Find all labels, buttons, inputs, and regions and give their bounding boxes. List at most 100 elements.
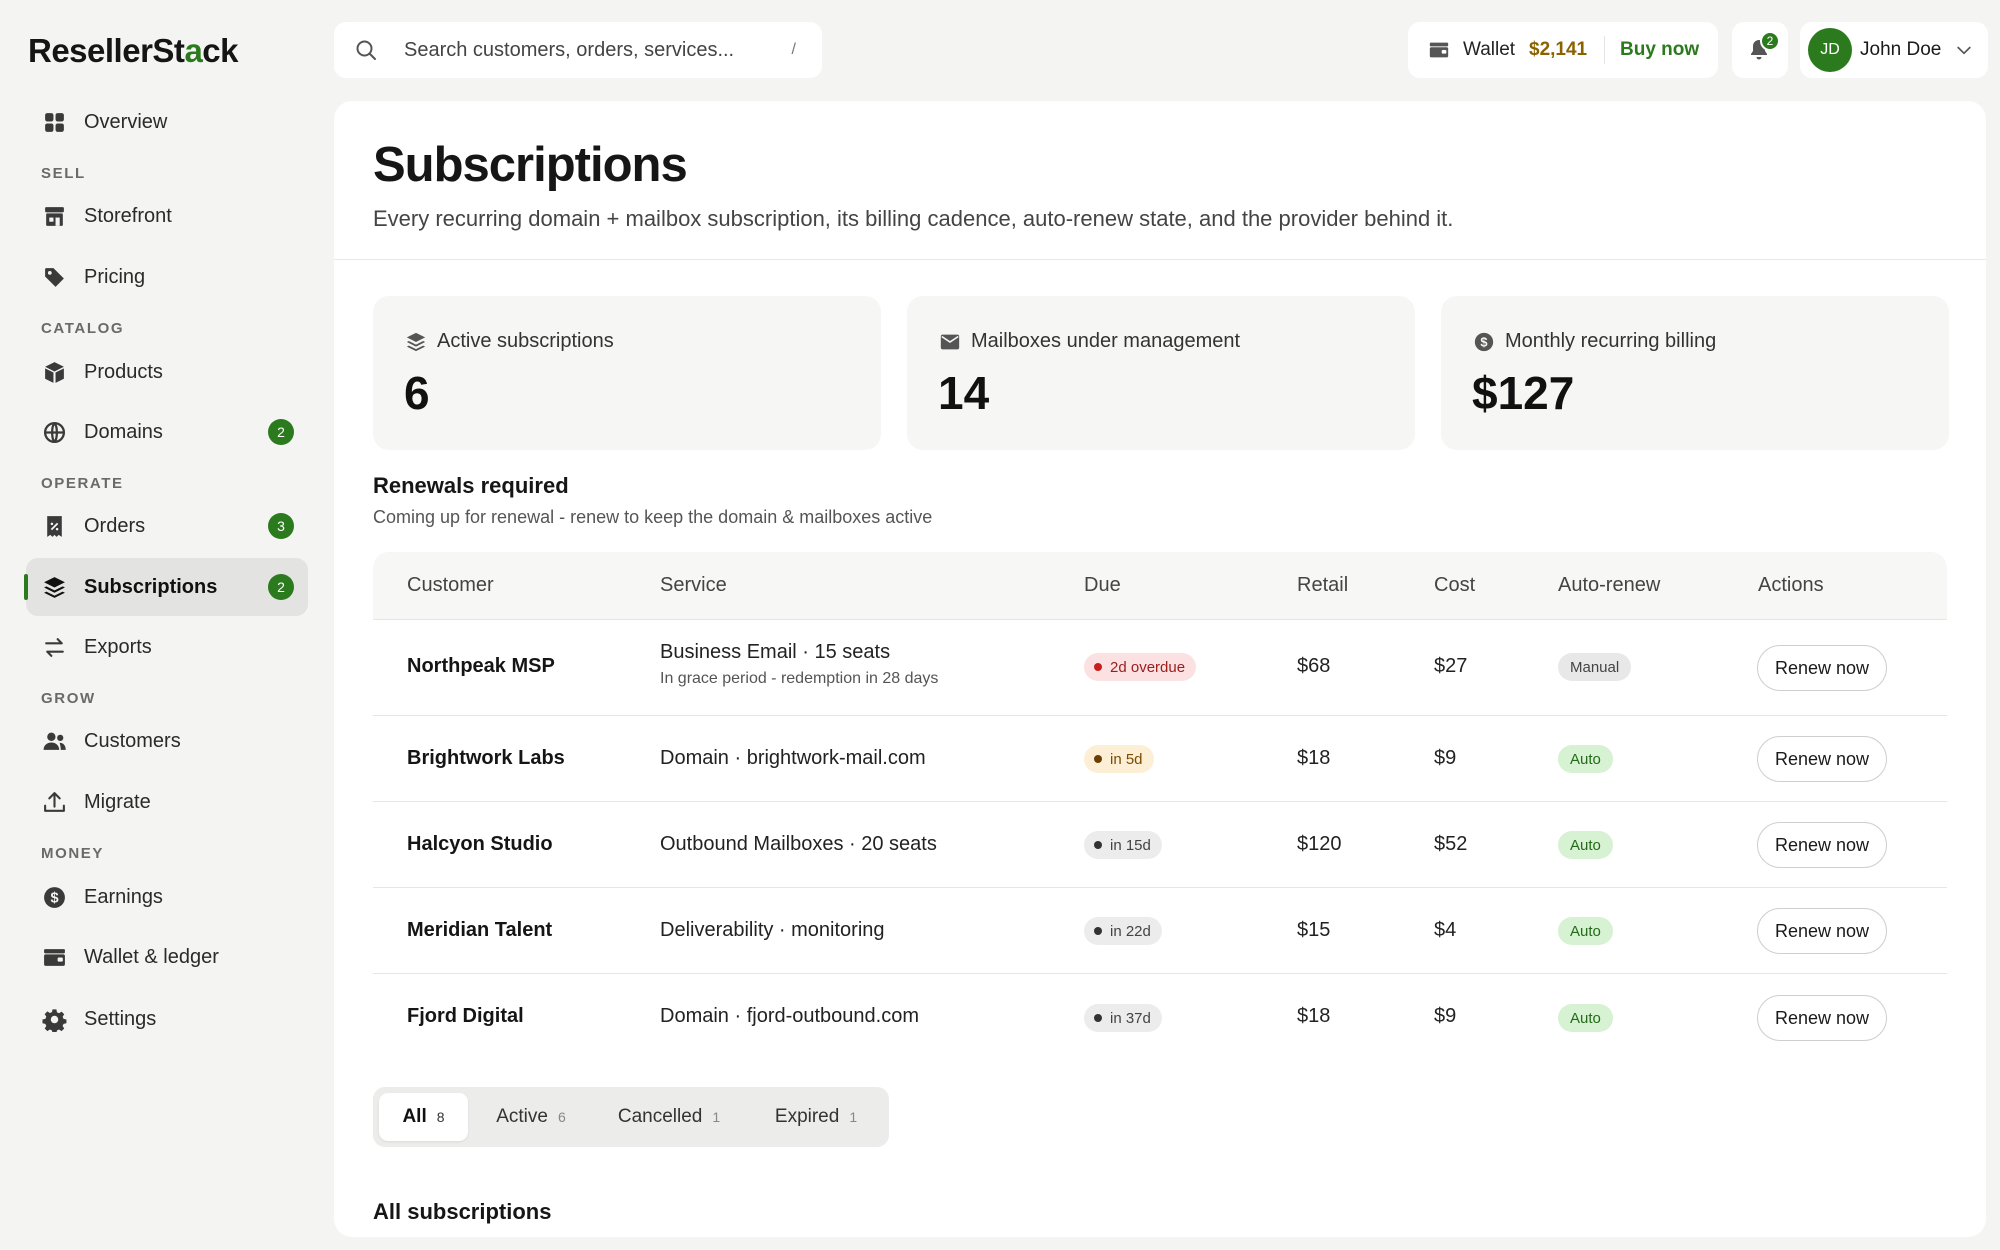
table-row: Halcyon Studio Outbound Mailboxes · 20 s…: [373, 801, 1947, 887]
sidebar-item-storefront[interactable]: Storefront: [26, 187, 308, 245]
stat-value: 6: [404, 367, 430, 419]
stat-card-monthly-billing: $ Monthly recurring billing $127: [1441, 296, 1949, 450]
tab-all[interactable]: All 8: [379, 1093, 468, 1141]
customer-name[interactable]: Fjord Digital: [407, 1005, 524, 1028]
mail-icon: [940, 334, 960, 350]
search-shortcut: /: [791, 41, 796, 58]
nav-section-money: MONEY: [41, 845, 105, 862]
app-logo[interactable]: ResellerStack: [28, 32, 239, 70]
customer-name[interactable]: Meridian Talent: [407, 919, 552, 942]
page-subtitle: Every recurring domain + mailbox subscri…: [373, 206, 1454, 231]
renew-now-button[interactable]: Renew now: [1757, 645, 1887, 691]
tab-expired[interactable]: Expired 1: [749, 1093, 883, 1141]
notifications-button[interactable]: 2: [1732, 22, 1788, 78]
sidebar-item-wallet-ledger[interactable]: Wallet & ledger: [26, 928, 308, 986]
nav-section-sell: SELL: [41, 165, 86, 182]
sidebar-item-label: Earnings: [84, 885, 163, 908]
retail-price: $68: [1297, 655, 1331, 677]
renew-now-button[interactable]: Renew now: [1757, 822, 1887, 868]
sidebar-item-exports[interactable]: Exports: [26, 618, 308, 676]
cost-price: $9: [1434, 1005, 1457, 1027]
receipt-icon: [41, 513, 67, 539]
user-menu[interactable]: JD John Doe: [1800, 22, 1988, 78]
grid-icon: [41, 109, 67, 135]
service-name: Domain · brightwork-mail.com: [660, 747, 926, 769]
logo-leaf-letter: a: [184, 32, 203, 69]
sidebar-item-pricing[interactable]: Pricing: [26, 248, 308, 306]
sidebar-item-subscriptions[interactable]: Subscriptions 2: [24, 558, 308, 616]
due-badge: in 15d: [1084, 831, 1162, 859]
sidebar: ResellerStack Overview SELL Storefront P…: [0, 0, 330, 1250]
sidebar-item-label: Products: [84, 360, 163, 383]
renew-now-button[interactable]: Renew now: [1757, 736, 1887, 782]
sidebar-item-orders[interactable]: Orders 3: [26, 497, 308, 555]
stat-value: 14: [938, 367, 990, 419]
divider: [1604, 36, 1605, 64]
autorenew-badge: Auto: [1558, 745, 1613, 773]
column-header: Actions: [1758, 574, 1824, 596]
chevron-down-icon: [1957, 46, 1971, 55]
wallet-widget: Wallet $2,141 Buy now: [1408, 22, 1718, 78]
wallet-icon: [41, 944, 67, 970]
renew-now-button[interactable]: Renew now: [1757, 995, 1887, 1041]
stat-card-active-subscriptions: Active subscriptions 6: [373, 296, 881, 450]
search-input[interactable]: Search customers, orders, services... /: [334, 22, 822, 78]
renewals-subtitle: Coming up for renewal - renew to keep th…: [373, 507, 933, 527]
table-row: Brightwork Labs Domain · brightwork-mail…: [373, 715, 1947, 801]
wallet-balance: $2,141: [1529, 39, 1588, 60]
upload-icon: [41, 789, 67, 815]
sidebar-item-label: Domains: [84, 420, 163, 443]
autorenew-badge: Auto: [1558, 1004, 1613, 1032]
tab-cancelled[interactable]: Cancelled 1: [594, 1093, 744, 1141]
column-header: Retail: [1297, 574, 1349, 596]
sidebar-item-domains[interactable]: Domains 2: [26, 403, 308, 461]
cost-price: $9: [1434, 747, 1457, 769]
sidebar-item-earnings[interactable]: $ Earnings: [26, 868, 308, 926]
sidebar-item-label: Wallet & ledger: [84, 945, 219, 968]
column-header: Cost: [1434, 574, 1476, 596]
service-note: In grace period - redemption in 28 days: [660, 670, 939, 687]
renewals-table: Customer Service Due Retail Cost Auto-re…: [373, 552, 1947, 1060]
retail-price: $120: [1297, 833, 1342, 855]
nav-section-grow: GROW: [41, 690, 96, 707]
page-title: Subscriptions: [373, 138, 688, 192]
customer-name[interactable]: Brightwork Labs: [407, 747, 565, 770]
tab-active[interactable]: Active 6: [473, 1093, 589, 1141]
retail-price: $15: [1297, 919, 1331, 941]
retail-price: $18: [1297, 747, 1331, 769]
sidebar-item-migrate[interactable]: Migrate: [26, 773, 308, 831]
autorenew-badge: Auto: [1558, 831, 1613, 859]
customer-name[interactable]: Northpeak MSP: [407, 655, 555, 678]
customer-name[interactable]: Halcyon Studio: [407, 833, 553, 856]
service-name: Business Email · 15 seats: [660, 641, 891, 663]
search-icon: [356, 40, 376, 60]
table-row: Meridian Talent Deliverability · monitor…: [373, 887, 1947, 973]
sidebar-badge: 2: [268, 419, 294, 445]
svg-text:$: $: [1480, 335, 1487, 350]
globe-icon: [41, 419, 67, 445]
buy-now-button[interactable]: Buy now: [1620, 39, 1699, 61]
retail-price: $18: [1297, 1005, 1331, 1027]
sidebar-item-customers[interactable]: Customers: [26, 712, 308, 770]
sidebar-item-label: Storefront: [84, 204, 172, 227]
storefront-icon: [41, 203, 67, 229]
stat-label: Mailboxes under management: [971, 330, 1241, 352]
sidebar-item-products[interactable]: Products: [26, 343, 308, 401]
autorenew-badge: Manual: [1558, 653, 1632, 681]
sidebar-item-settings[interactable]: Settings: [26, 990, 308, 1048]
user-name: John Doe: [1860, 39, 1942, 60]
renew-now-button[interactable]: Renew now: [1757, 908, 1887, 954]
column-header: Service: [660, 574, 727, 596]
stat-value: $127: [1472, 367, 1575, 419]
sidebar-item-label: Customers: [84, 729, 181, 752]
tag-icon: [41, 264, 67, 290]
service-name: Deliverability · monitoring: [660, 919, 885, 941]
sidebar-item-overview[interactable]: Overview: [26, 93, 308, 151]
cost-price: $4: [1434, 919, 1457, 941]
sidebar-item-label: Subscriptions: [84, 575, 218, 598]
renewals-title: Renewals required: [373, 473, 569, 498]
sidebar-badge: 3: [268, 513, 294, 539]
stat-card-mailboxes: Mailboxes under management 14: [907, 296, 1415, 450]
nav-section-operate: OPERATE: [41, 475, 124, 492]
column-header: Due: [1084, 574, 1121, 596]
